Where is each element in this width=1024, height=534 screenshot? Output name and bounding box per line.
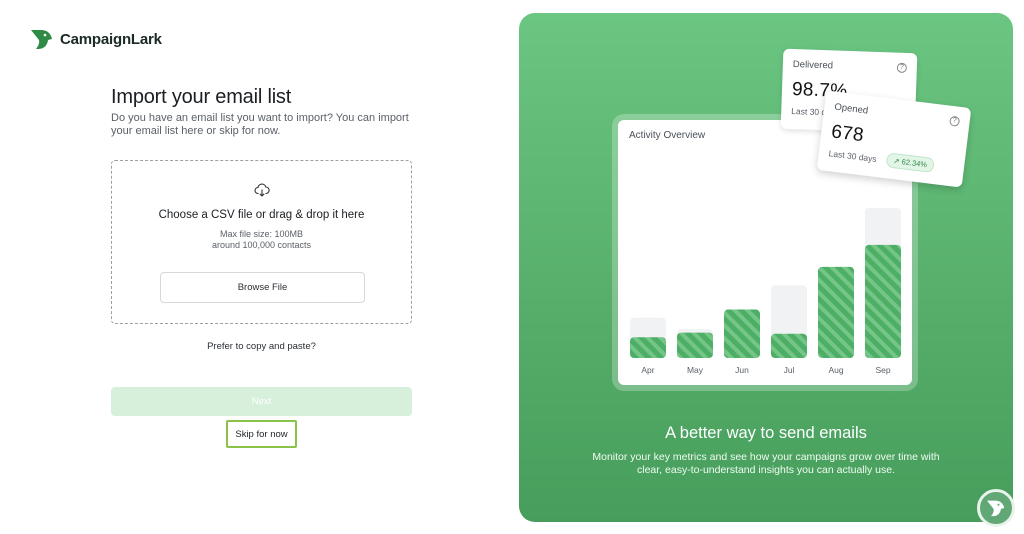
promo-description: Monitor your key metrics and see how you… [592,451,940,476]
promo-heading: A better way to send emails [665,424,867,442]
cloud-download-icon [254,183,270,197]
bar-jun [724,309,760,358]
import-header: Import your email list Do you have an em… [111,84,412,138]
brand-name: CampaignLark [60,30,162,48]
promo-panel: Apr May Jun Jul Aug Sep Activity Overview Del… [519,13,1013,522]
bird-logo-icon [31,30,52,49]
bar-sep [865,244,901,358]
x-tick-label: Sep [875,365,890,375]
delivered-label: Delivered [792,59,834,72]
page-subtitle: Do you have an email list you want to im… [111,112,409,137]
trend-badge: ↗ 62.34% [885,152,935,174]
skip-button[interactable]: Skip for now [226,420,297,448]
x-tick-label: May [687,365,704,375]
opened-period: Last 30 days [828,148,878,164]
browse-file-button[interactable]: Browse File [160,272,365,303]
next-button[interactable]: Next [111,387,412,416]
x-tick-label: Apr [641,365,654,375]
bar-may [677,332,713,358]
opened-label: Opened [833,101,869,117]
brand-logo[interactable]: CampaignLark [30,28,162,50]
opened-value: 678 [830,121,866,147]
x-tick-label: Aug [828,365,843,375]
bird-chat-icon [987,500,1005,517]
page-title: Import your email list [111,86,292,108]
copy-paste-link[interactable]: Prefer to copy and paste? [111,341,412,352]
dropzone-title: Choose a CSV file or drag & drop it here [158,209,365,221]
x-tick-label: Jul [784,365,795,375]
bar-apr [630,337,666,358]
max-contacts: around 100,000 contacts [211,240,312,250]
x-tick-label: Jun [735,365,749,375]
chart-title: Activity Overview [629,130,706,141]
bar-jul [771,333,807,358]
help-icon: ? [896,62,908,74]
file-dropzone[interactable]: Choose a CSV file or drag & drop it here… [111,160,412,324]
max-file-size: Max file size: 100MB [219,229,304,239]
help-icon: ? [949,115,961,127]
bar-aug [818,266,854,358]
dropzone-hint: Max file size: 100MB around 100,000 cont… [112,229,411,251]
chat-widget-button[interactable] [977,489,1015,527]
